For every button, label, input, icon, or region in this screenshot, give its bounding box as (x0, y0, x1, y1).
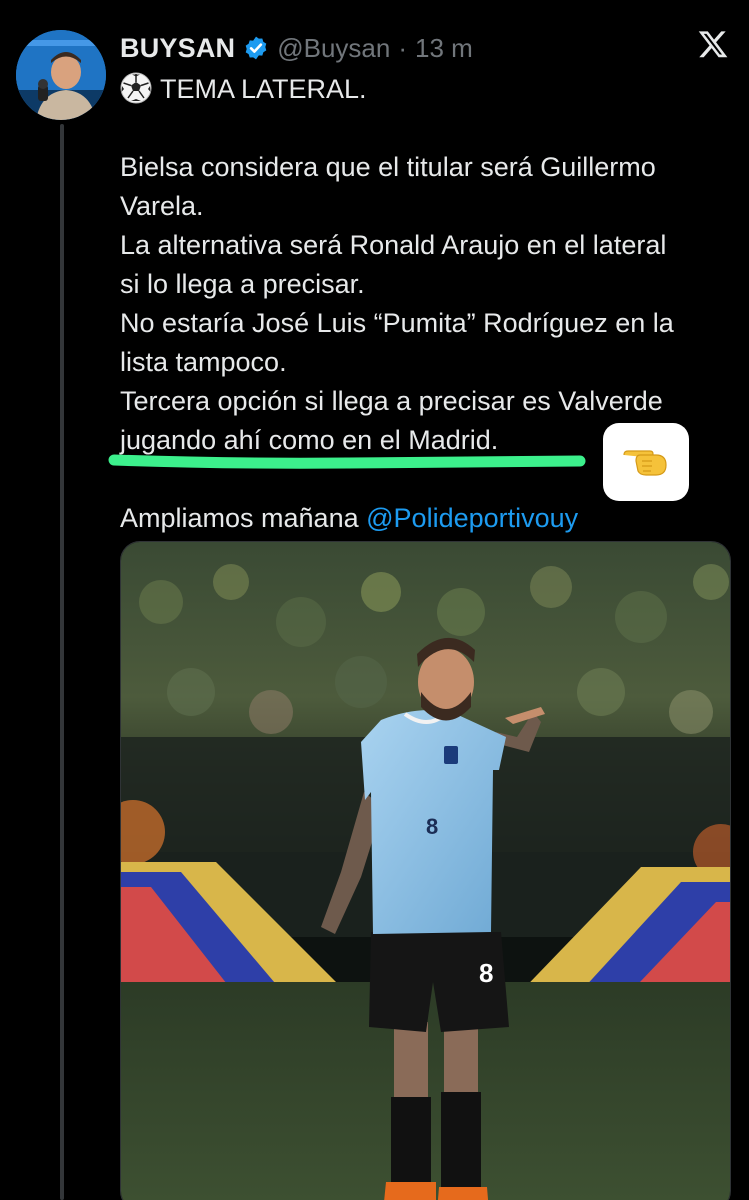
pointing-hand-sticker (603, 423, 689, 501)
author-handle[interactable]: @Buysan (277, 33, 390, 64)
closing-text: Ampliamos mañana (120, 503, 359, 533)
tweet-line: La alternativa será Ronald Araujo en el … (120, 230, 667, 260)
tweet-line: No estaría José Luis “Pumita” Rodríguez … (120, 308, 674, 338)
tweet-heading: TEMA LATERAL. (160, 74, 367, 104)
soccer-ball-icon (120, 72, 152, 104)
avatar-image (16, 30, 106, 120)
tweet-time[interactable]: 13 m (415, 33, 473, 64)
tweet-closing-line: Ampliamos mañana @Polideportivouy (120, 499, 730, 538)
header-separator: · (398, 32, 408, 63)
tweet-heading-line: TEMA LATERAL. (120, 70, 730, 109)
shorts-number: 8 (479, 958, 493, 988)
tweet-line: Tercera opción si llega a precisar es Va… (120, 386, 663, 416)
thread-line (60, 124, 64, 1200)
tweet-line: Varela. (120, 191, 204, 221)
tweet-line: Bielsa considera que el titular será Gui… (120, 152, 656, 182)
pointing-hand-icon (623, 450, 667, 476)
tweet-line: si lo llega a precisar. (120, 269, 365, 299)
mention-link[interactable]: @Polideportivouy (366, 503, 578, 533)
display-name[interactable]: BUYSAN (120, 33, 235, 64)
tweet-line: lista tampoco. (120, 347, 287, 377)
tweet-photo[interactable]: 8 8 (120, 541, 731, 1200)
football-player-photo: 8 8 (121, 542, 730, 1200)
tweet-screen: BUYSAN @Buysan · 13 m TEMA LATERAL. Biel… (0, 0, 749, 1200)
x-logo-icon[interactable] (697, 28, 729, 60)
verified-badge-icon (245, 36, 267, 60)
tweet-header: BUYSAN @Buysan · 13 m (120, 28, 473, 68)
avatar[interactable] (16, 30, 106, 120)
jersey-number: 8 (426, 814, 438, 839)
highlight-underline (108, 454, 586, 469)
